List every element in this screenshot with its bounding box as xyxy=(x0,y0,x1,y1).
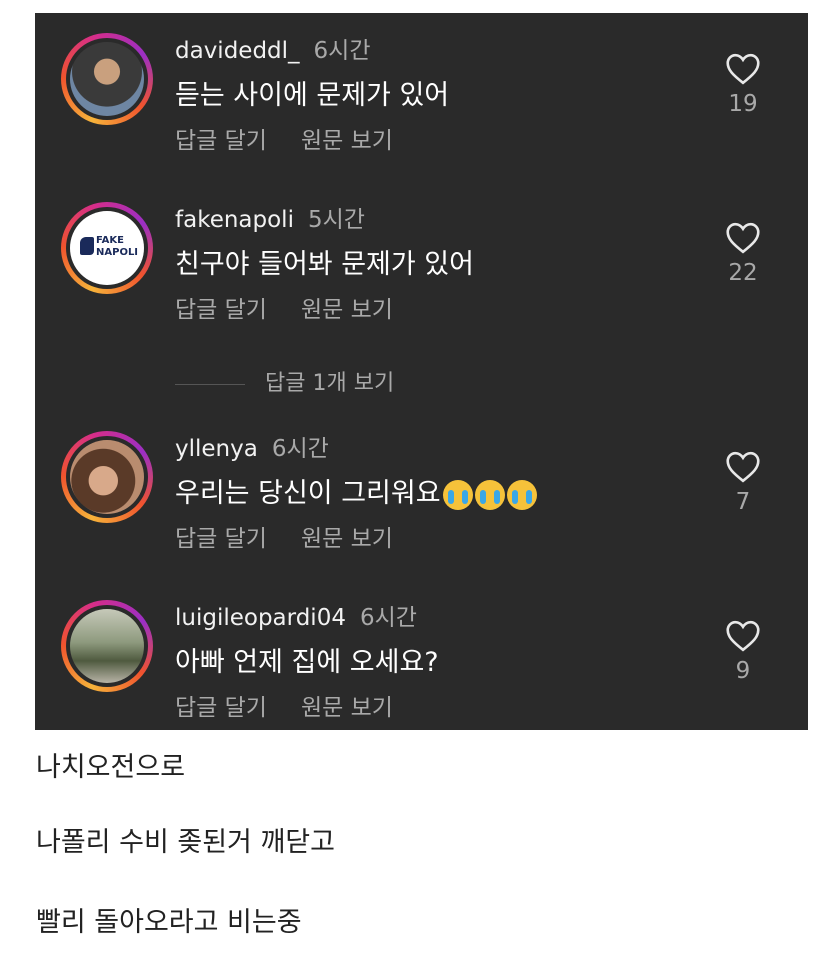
comment-text: 친구야 들어봐 문제가 있어 xyxy=(175,249,474,280)
avatar xyxy=(70,42,144,116)
heart-outline-icon xyxy=(726,53,760,85)
like-count: 19 xyxy=(728,91,758,117)
comment-actions: 답글 달기 원문 보기 xyxy=(175,290,393,324)
avatar xyxy=(70,440,144,514)
avatar-story-ring[interactable] xyxy=(61,431,153,523)
timestamp: 6시간 xyxy=(271,436,329,462)
timestamp: 5시간 xyxy=(307,207,365,233)
avatar-story-ring[interactable]: FAKE NAPOLI xyxy=(61,202,153,294)
comment-header: davideddl_ 6시간 xyxy=(175,31,371,65)
comment-item: FAKE NAPOLI fakenapoli 5시간 친구야 들어봐 문제가 있어… xyxy=(35,182,808,332)
reply-button[interactable]: 답글 달기 xyxy=(175,128,267,154)
timestamp: 6시간 xyxy=(313,38,371,64)
crying-emoji-icon xyxy=(442,479,473,510)
comment-item: luigileopardi04 6시간 아빠 언제 집에 오세요? 답글 달기 원문… xyxy=(35,580,808,730)
comment-item: davideddl_ 6시간 듣는 사이에 문제가 있어 답글 달기 원문 보기 1… xyxy=(35,13,808,163)
caption-line: 나치오전으로 xyxy=(36,752,186,783)
view-original-button[interactable]: 원문 보기 xyxy=(301,695,393,721)
username[interactable]: fakenapoli xyxy=(175,207,294,233)
comment-header: luigileopardi04 6시간 xyxy=(175,598,417,632)
like-button[interactable]: 7 xyxy=(721,451,765,515)
username[interactable]: luigileopardi04 xyxy=(175,605,346,631)
avatar: FAKE NAPOLI xyxy=(70,211,144,285)
divider xyxy=(175,383,245,385)
avatar-story-ring[interactable] xyxy=(61,33,153,125)
view-replies-label: 답글 1개 보기 xyxy=(265,371,395,396)
comment-text: 듣는 사이에 문제가 있어 xyxy=(175,80,450,111)
reply-button[interactable]: 답글 달기 xyxy=(175,695,267,721)
fakenapoli-logo: FAKE NAPOLI xyxy=(80,233,138,263)
username[interactable]: davideddl_ xyxy=(175,38,300,64)
avatar-story-ring[interactable] xyxy=(61,600,153,692)
comment-item: yllenya 6시간 우리는 당신이 그리워요 답글 달기 원문 보기 7 xyxy=(35,411,808,561)
view-original-button[interactable]: 원문 보기 xyxy=(301,526,393,552)
username[interactable]: yllenya xyxy=(175,436,258,462)
heart-outline-icon xyxy=(726,222,760,254)
like-count: 7 xyxy=(735,489,751,515)
caption-line: 나폴리 수비 좆된거 깨닫고 xyxy=(36,827,335,858)
comment-actions: 답글 달기 원문 보기 xyxy=(175,688,393,722)
comment-actions: 답글 달기 원문 보기 xyxy=(175,121,393,155)
like-button[interactable]: 22 xyxy=(721,222,765,286)
comment-actions: 답글 달기 원문 보기 xyxy=(175,519,393,553)
like-button[interactable]: 9 xyxy=(721,620,765,684)
crying-emoji-icon xyxy=(474,479,505,510)
comment-text: 우리는 당신이 그리워요 xyxy=(175,471,537,510)
like-button[interactable]: 19 xyxy=(721,53,765,117)
reply-button[interactable]: 답글 달기 xyxy=(175,526,267,552)
heart-outline-icon xyxy=(726,451,760,483)
view-original-button[interactable]: 원문 보기 xyxy=(301,297,393,323)
like-count: 9 xyxy=(735,658,751,684)
view-replies-button[interactable]: 답글 1개 보기 xyxy=(175,365,394,397)
like-count: 22 xyxy=(728,260,758,286)
crying-emoji-icon xyxy=(506,479,537,510)
view-original-button[interactable]: 원문 보기 xyxy=(301,128,393,154)
avatar xyxy=(70,609,144,683)
comment-header: fakenapoli 5시간 xyxy=(175,200,365,234)
timestamp: 6시간 xyxy=(359,605,417,631)
comments-panel: davideddl_ 6시간 듣는 사이에 문제가 있어 답글 달기 원문 보기 1… xyxy=(35,13,808,730)
reply-button[interactable]: 답글 달기 xyxy=(175,297,267,323)
heart-outline-icon xyxy=(726,620,760,652)
comment-text: 아빠 언제 집에 오세요? xyxy=(175,647,439,678)
comment-header: yllenya 6시간 xyxy=(175,429,329,463)
caption-line: 빨리 돌아오라고 비는중 xyxy=(36,907,302,938)
